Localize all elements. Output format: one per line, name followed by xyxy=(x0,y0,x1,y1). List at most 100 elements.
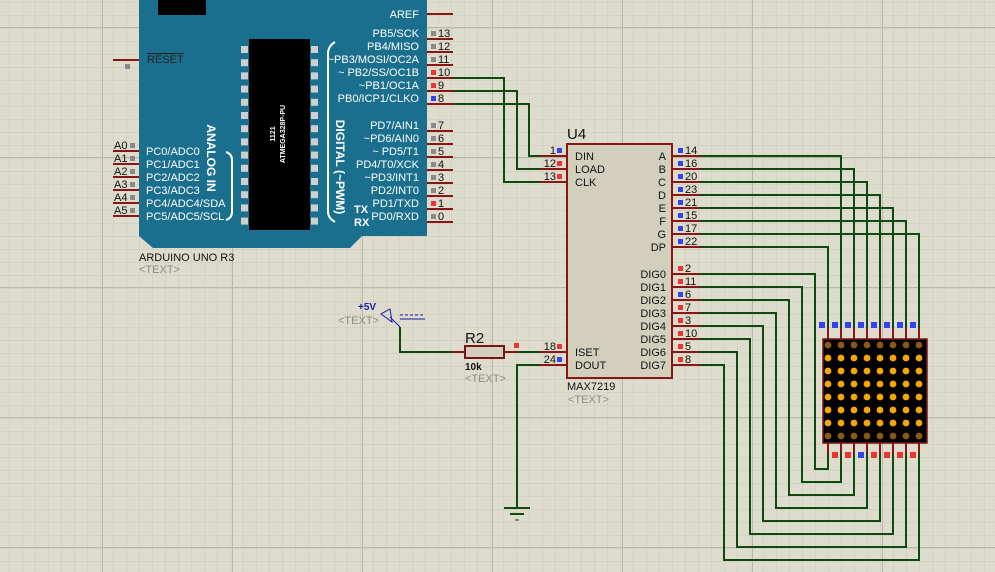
matrix-top-pin-state xyxy=(910,322,916,328)
pin-state-indicator xyxy=(678,148,683,153)
pin-name: A3 xyxy=(114,179,127,191)
pin-state-indicator xyxy=(431,44,436,49)
pin-number: 23 xyxy=(685,184,697,196)
matrix-bottom-pin-state xyxy=(832,452,838,458)
pin-state-indicator xyxy=(678,213,683,218)
led-r1-c2 xyxy=(850,354,858,362)
pin-number: 15 xyxy=(685,210,697,222)
pin-state-indicator xyxy=(678,357,683,362)
pin-number: 20 xyxy=(685,171,697,183)
arduino-text-placeholder: <TEXT> xyxy=(139,264,180,276)
chip-pin xyxy=(241,125,248,133)
pin-label: PB4/MISO xyxy=(367,41,419,53)
usb-connector xyxy=(158,0,206,15)
matrix-bottom-pin-state xyxy=(910,452,916,458)
pin-label: B xyxy=(659,164,666,176)
led-r7-c0 xyxy=(824,432,832,440)
pin-number: 1 xyxy=(438,198,444,210)
pin-number: 9 xyxy=(438,80,444,92)
pin-state-indicator xyxy=(557,174,562,179)
matrix-top-pin-state xyxy=(897,322,903,328)
led-r4-c0 xyxy=(824,393,832,401)
chip-pin xyxy=(241,191,248,199)
arduino-pin-3[interactable]: 3 ~PD3/INT1 xyxy=(364,172,453,184)
pin-state-indicator xyxy=(130,143,135,148)
led-r2-c1 xyxy=(837,367,845,375)
pin-state-indicator xyxy=(431,96,436,101)
arduino-pin-6[interactable]: 6 ~PD6/AIN0 xyxy=(364,133,453,145)
pin-state-indicator xyxy=(431,162,436,167)
led-r3-c5 xyxy=(889,380,897,388)
led-r1-c3 xyxy=(863,354,871,362)
led-r5-c3 xyxy=(863,406,871,414)
pin-state-indicator xyxy=(557,357,562,362)
arduino-pin-7[interactable]: 7 PD7/AIN1 xyxy=(370,120,453,132)
pin-state-indicator xyxy=(678,344,683,349)
led-r0-c0 xyxy=(824,341,832,349)
pin-state-indicator xyxy=(431,175,436,180)
led-r6-c2 xyxy=(850,419,858,427)
led-r5-c6 xyxy=(902,406,910,414)
chip-pin xyxy=(311,191,318,199)
arduino-pin-12[interactable]: 12 PB4/MISO xyxy=(367,41,453,53)
led-r7-c5 xyxy=(889,432,897,440)
pin-state-indicator xyxy=(678,318,683,323)
max7219-ref: U4 xyxy=(567,126,586,143)
chip-pin xyxy=(311,46,318,53)
pin-state-indicator xyxy=(557,148,562,153)
pin-number: 4 xyxy=(438,159,444,171)
led-r7-c3 xyxy=(863,432,871,440)
pin-label: ~ PD5/T1 xyxy=(372,146,419,158)
led-matrix-8x8[interactable] xyxy=(819,322,928,458)
led-r0-c6 xyxy=(902,341,910,349)
chip-pin xyxy=(311,112,318,119)
chip-pin xyxy=(311,72,318,80)
pin-number: 8 xyxy=(438,93,444,105)
arduino-pin-5[interactable]: 5 ~ PD5/T1 xyxy=(372,146,453,158)
pin-state-indicator xyxy=(678,226,683,231)
led-r3-c7 xyxy=(915,380,923,388)
led-r2-c7 xyxy=(915,367,923,375)
pin-number: 3 xyxy=(438,172,444,184)
led-r2-c3 xyxy=(863,367,871,375)
pin-state-indicator xyxy=(678,266,683,271)
pin-label: ~PB1/OC1A xyxy=(359,80,420,92)
arduino-pin-2[interactable]: 2 PD2/INT0 xyxy=(371,185,453,197)
led-r7-c6 xyxy=(902,432,910,440)
pin-label: ~ PB2/SS/OC1B xyxy=(338,67,419,79)
power-label: +5V xyxy=(358,302,376,313)
schematic-canvas[interactable]: 1121 ATMEGA328P-PU ANALOG IN DIGITAL (~P… xyxy=(0,0,995,572)
pin-label: PB5/SCK xyxy=(373,28,420,40)
pin-state-indicator xyxy=(678,187,683,192)
pin-label: ~PD6/AIN0 xyxy=(364,133,419,145)
arduino-pin-1[interactable]: 1 PD1/TXD xyxy=(373,198,453,210)
pin-label: PC5/ADC5/SCL xyxy=(146,211,224,223)
led-r1-c6 xyxy=(902,354,910,362)
pin-number: 11 xyxy=(438,54,449,66)
arduino-pin-4[interactable]: 4 PD4/T0/XCK xyxy=(356,159,453,171)
pin-label: E xyxy=(659,203,666,215)
arduino-pin-13[interactable]: 13 PB5/SCK xyxy=(373,28,453,40)
pin-label: PB0/ICP1/CLKO xyxy=(338,93,420,105)
matrix-bottom-pin-state xyxy=(871,452,877,458)
matrix-top-pin-state xyxy=(871,322,877,328)
led-r3-c0 xyxy=(824,380,832,388)
chip-pin xyxy=(311,151,318,159)
led-r0-c7 xyxy=(915,341,923,349)
power-text-placeholder: <TEXT> xyxy=(338,315,379,327)
led-r4-c5 xyxy=(889,393,897,401)
aref-label: AREF xyxy=(390,9,420,21)
led-r3-c6 xyxy=(902,380,910,388)
pin-name: A2 xyxy=(114,166,127,178)
pin-state-indicator xyxy=(557,344,562,349)
pin-label: DIG0 xyxy=(640,269,666,281)
arduino-pin-0[interactable]: 0 PD0/RXD xyxy=(371,211,453,223)
matrix-bottom-pin-state xyxy=(858,452,864,458)
pin-name: A1 xyxy=(114,153,127,165)
arduino-pin-9[interactable]: 9 ~PB1/OC1A xyxy=(359,80,453,92)
led-r3-c3 xyxy=(863,380,871,388)
pin-number: 21 xyxy=(685,197,697,209)
led-r0-c4 xyxy=(876,341,884,349)
pin-number: 10 xyxy=(438,67,450,79)
arduino-uno-r3[interactable]: 1121 ATMEGA328P-PU ANALOG IN DIGITAL (~P… xyxy=(113,0,453,276)
